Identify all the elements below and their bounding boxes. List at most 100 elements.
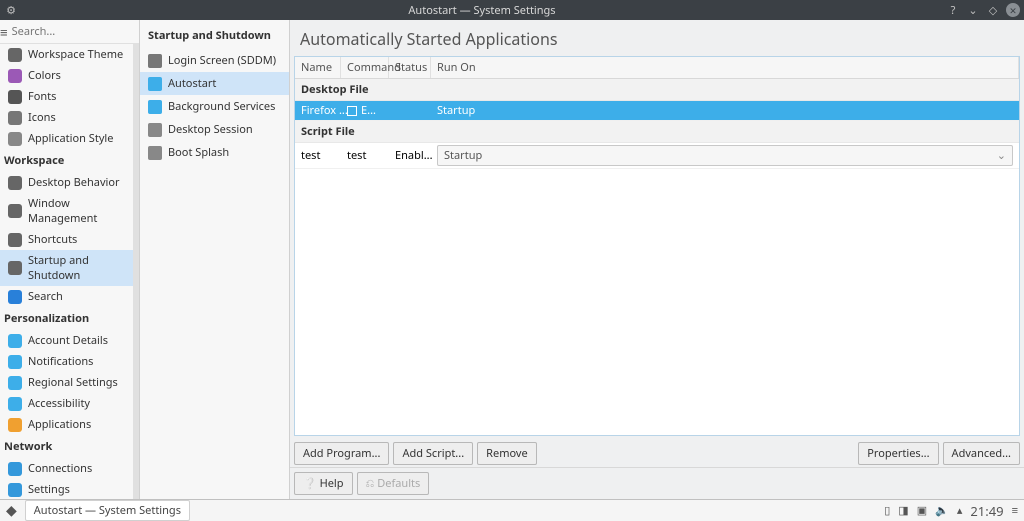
subcategory-icon [148,146,162,160]
add-script-button[interactable]: Add Script... [393,442,473,465]
page-title: Automatically Started Applications [290,20,1024,56]
subcategory-header: Startup and Shutdown [140,20,289,49]
sidebar-item-label: Applications [28,417,91,432]
scrollbar[interactable] [133,44,139,499]
cell-command: test [347,148,395,163]
category-icon [8,90,22,104]
subcategory-icon [148,100,162,114]
table-row[interactable]: testtestEnabl...Startup [295,143,1019,169]
sidebar-item[interactable]: Fonts [0,86,139,107]
launcher-icon[interactable]: ◆ [6,501,17,520]
subcategory-icon [148,54,162,68]
search-input[interactable] [8,21,140,42]
properties-button[interactable]: Properties... [858,442,938,465]
subcategory-item[interactable]: Boot Splash [140,141,289,164]
volume-icon[interactable]: 🔈 [935,503,949,518]
sidebar-item-label: Workspace Theme [28,47,123,62]
category-icon [8,69,22,83]
maximize-icon[interactable]: ◇ [986,3,1000,17]
sidebar-item[interactable]: Shortcuts [0,229,139,250]
status-checkbox[interactable] [347,106,357,116]
close-icon[interactable]: ✕ [1006,3,1020,17]
cell-command: E... [347,103,395,118]
app-icon: ⚙ [4,3,18,17]
sidebar-item-label: Icons [28,110,56,125]
add-program-button[interactable]: Add Program... [294,442,389,465]
sidebar: ≡ Workspace Theme Colors Fonts Icons Applica… [0,20,140,499]
sidebar-item[interactable]: Notifications [0,351,139,372]
subcategory-label: Background Services [168,99,275,114]
sidebar-item-label: Colors [28,68,61,83]
remove-button[interactable]: Remove [477,442,537,465]
sidebar-item-label: Application Style [28,131,113,146]
sidebar-item[interactable]: Icons [0,107,139,128]
action-buttons: Add Program... Add Script... Remove Prop… [290,436,1024,467]
sidebar-item[interactable]: Applications [0,414,139,435]
subcategory-label: Desktop Session [168,122,253,137]
category-icon [8,261,22,275]
titlebar: ⚙ Autostart — System Settings ? ⌄ ◇ ✕ [0,0,1024,20]
category-icon [8,290,22,304]
sidebar-item[interactable]: Workspace Theme [0,44,139,65]
col-status[interactable]: Status [389,57,431,78]
sidebar-item[interactable]: Settings [0,479,139,499]
col-name[interactable]: Name [295,57,341,78]
subcategory-item[interactable]: Autostart [140,72,289,95]
category-icon [8,132,22,146]
taskbar: ◆ Autostart — System Settings ▯ ◨ ▣ 🔈 ▴ … [0,499,1024,521]
minimize-icon[interactable]: ⌄ [966,3,980,17]
sidebar-item-label: Desktop Behavior [28,175,120,190]
sidebar-item-label: Window Management [28,196,133,226]
category-icon [8,376,22,390]
category-icon [8,111,22,125]
table-row[interactable]: Firefox ...E...Startup [295,101,1019,121]
subcategory-item[interactable]: Background Services [140,95,289,118]
expand-icon[interactable]: ▴ [957,503,963,518]
menu-icon[interactable]: ≡ [0,23,8,41]
subcategory-column: Startup and Shutdown Login Screen (SDDM)… [140,20,290,499]
runon-dropdown[interactable]: Startup [437,145,1013,166]
category-icon [8,334,22,348]
tray-icon[interactable]: ◨ [898,503,908,518]
sidebar-item[interactable]: Regional Settings [0,372,139,393]
subcategory-label: Autostart [168,76,216,91]
taskbar-entry[interactable]: Autostart — System Settings [25,500,190,521]
sidebar-item[interactable]: Startup and Shutdown [0,250,139,286]
col-command[interactable]: Command [341,57,389,78]
subcategory-item[interactable]: Login Screen (SDDM) [140,49,289,72]
cell-name: Firefox ... [301,103,347,118]
clock[interactable]: 21:49 [970,502,1003,520]
category-icon [8,48,22,62]
sidebar-item-label: Settings [28,482,70,497]
col-runon[interactable]: Run On [431,57,1019,78]
group-header: Script File [295,121,1019,143]
defaults-button[interactable]: ⎌ Defaults [357,472,430,495]
sidebar-item[interactable]: Accessibility [0,393,139,414]
panel-edit-icon[interactable]: ≡ [1012,503,1018,518]
sidebar-section-header: Network [0,435,139,458]
tray-icon[interactable]: ▣ [917,503,927,518]
advanced-button[interactable]: Advanced... [943,442,1020,465]
sidebar-section-header: Workspace [0,149,139,172]
subcategory-icon [148,77,162,91]
sidebar-item[interactable]: Account Details [0,330,139,351]
subcategory-icon [148,123,162,137]
category-icon [8,483,22,497]
sidebar-item[interactable]: Application Style [0,128,139,149]
category-icon [8,418,22,432]
sidebar-item[interactable]: Colors [0,65,139,86]
help-icon[interactable]: ? [946,3,960,17]
sidebar-item-label: Notifications [28,354,93,369]
help-button[interactable]: ❔ Help [294,472,353,495]
content-pane: Automatically Started Applications Name … [290,20,1024,499]
subcategory-item[interactable]: Desktop Session [140,118,289,141]
tray-icon[interactable]: ▯ [884,503,890,518]
category-icon [8,397,22,411]
sidebar-item-label: Account Details [28,333,108,348]
sidebar-item[interactable]: Window Management [0,193,139,229]
sidebar-item[interactable]: Search [0,286,139,307]
sidebar-item[interactable]: Connections [0,458,139,479]
cell-runon: Startup [437,145,1013,166]
category-icon [8,176,22,190]
sidebar-item[interactable]: Desktop Behavior [0,172,139,193]
